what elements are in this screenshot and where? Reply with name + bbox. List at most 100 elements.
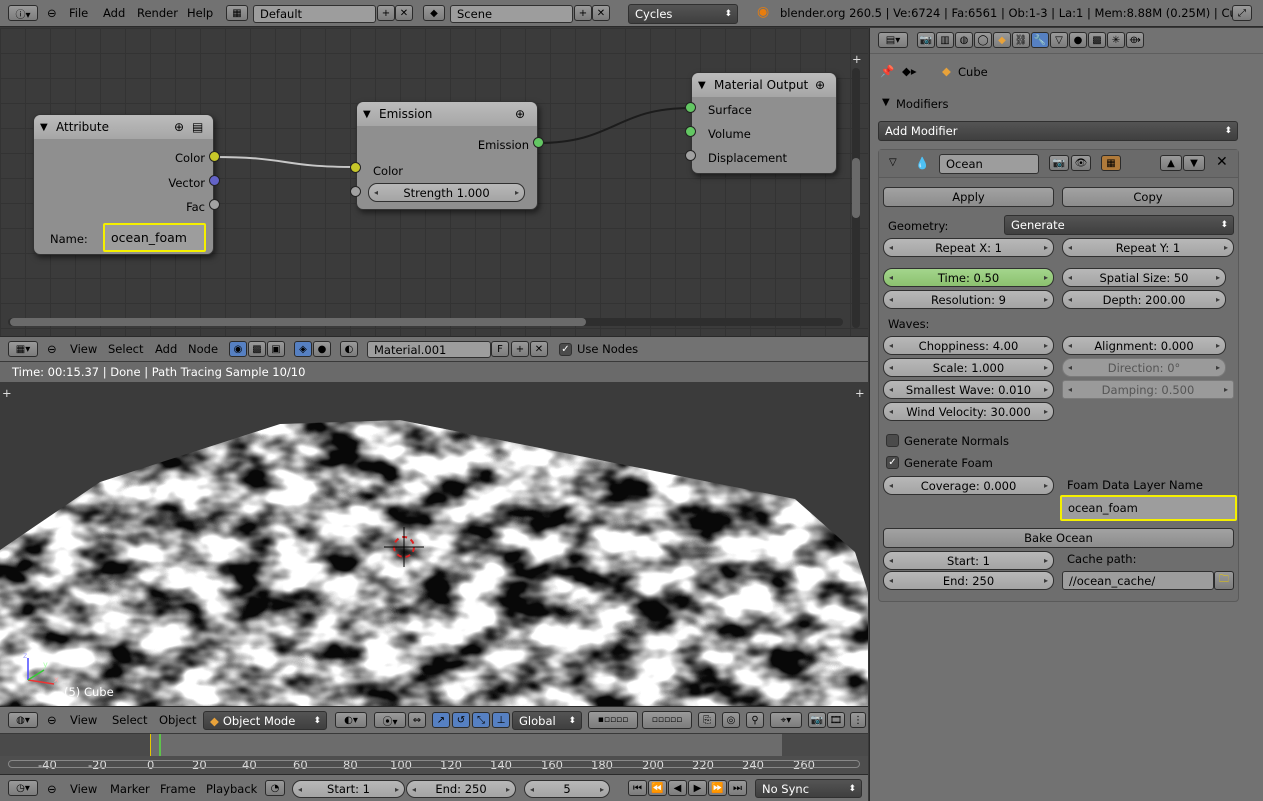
smallest-wave-field[interactable]: Smallest Wave: 0.010 (883, 380, 1054, 399)
rotate-manipulator-icon[interactable]: ↺ (452, 712, 470, 728)
collapse-menu-icon[interactable]: ⊖ (47, 782, 57, 796)
opengl-render-icon[interactable]: 📷 (808, 712, 826, 728)
world-tab-icon[interactable]: ◯ (974, 32, 992, 48)
add-scene-icon[interactable]: + (574, 5, 592, 21)
tool-shelf-plus-icon[interactable]: + (2, 386, 12, 400)
add-modifier-select[interactable]: Add Modifier ⬍ (878, 121, 1238, 141)
sync-select[interactable]: No Sync ⬍ (755, 779, 862, 798)
jump-end-icon[interactable]: ⏭ (728, 780, 747, 796)
attribute-name-field[interactable]: ocean_foam (103, 223, 206, 252)
socket-surface-in[interactable] (685, 102, 696, 113)
strength-field[interactable]: Strength 1.000 (368, 183, 525, 202)
preview-toggle-icon[interactable]: ⊕ (515, 107, 525, 121)
3d-viewport[interactable]: Time: 00:15.37 | Done | Path Tracing Sam… (0, 362, 868, 706)
editmode-toggle-icon[interactable]: ▦ (1101, 155, 1121, 171)
object-shader-icon[interactable]: ◈ (294, 341, 312, 357)
collapse-menu-icon[interactable]: ⊖ (47, 713, 57, 727)
coverage-field[interactable]: Coverage: 0.000 (883, 476, 1054, 495)
attribute-node-header[interactable]: ▼ Attribute ⊕ ▤ (34, 115, 213, 139)
use-nodes-checkbox[interactable]: ✓ (559, 343, 572, 356)
socket-displacement-in[interactable] (685, 150, 696, 161)
screen-layout-icon[interactable]: ▦ (226, 5, 248, 21)
node-editor-type-button[interactable]: ▦▾ (8, 341, 38, 357)
render-layers-tab-icon[interactable]: ▥ (936, 32, 954, 48)
foam-layer-name-field[interactable]: ocean_foam (1060, 495, 1237, 521)
menu-select[interactable]: Select (112, 713, 147, 727)
socket-attr-color[interactable] (209, 151, 220, 162)
spatial-size-field[interactable]: Spatial Size: 50 (1062, 268, 1226, 287)
menu-view[interactable]: View (70, 782, 97, 796)
jump-start-icon[interactable]: ⏮ (628, 780, 647, 796)
scene-icon[interactable]: ◆ (423, 5, 445, 21)
menu-playback[interactable]: Playback (206, 782, 257, 796)
node-options-icon[interactable]: ▤ (192, 120, 203, 134)
remove-layout-icon[interactable]: ✕ (395, 5, 413, 21)
menu-marker[interactable]: Marker (110, 782, 150, 796)
render-engine-select[interactable]: Cycles ⬍ (628, 4, 738, 24)
current-frame-marker[interactable] (159, 734, 161, 756)
viewport-toggle-icon[interactable]: 👁 (1071, 155, 1091, 171)
mode-select[interactable]: ◆ Object Mode ⬍ (203, 711, 327, 730)
new-material-icon[interactable]: + (511, 341, 529, 357)
repeat-y-field[interactable]: Repeat Y: 1 (1062, 238, 1234, 257)
socket-volume-in[interactable] (685, 126, 696, 137)
collapse-triangle-icon[interactable]: ▼ (698, 80, 706, 91)
move-up-icon[interactable]: ▲ (1160, 155, 1182, 171)
choppiness-field[interactable]: Choppiness: 4.00 (883, 336, 1054, 355)
play-reverse-icon[interactable]: ◀ (668, 780, 687, 796)
collapse-menu-icon[interactable]: ⊖ (47, 6, 57, 20)
fake-user-button[interactable]: F (491, 341, 509, 357)
timeline[interactable]: -40 -20 0 20 40 60 80 100 120 140 160 18… (0, 734, 868, 774)
collapse-menu-icon[interactable]: ⊖ (47, 342, 57, 356)
scale-manipulator-icon[interactable]: ⤡ (472, 712, 490, 728)
properties-type-button[interactable]: ▤▾ (878, 32, 908, 48)
time-field[interactable]: Time: 0.50 (883, 268, 1054, 287)
bake-ocean-button[interactable]: Bake Ocean (883, 528, 1234, 548)
collapse-triangle-icon[interactable]: ▼ (363, 109, 371, 120)
preview-toggle-icon[interactable]: ⊕ (174, 120, 184, 134)
folder-browse-icon[interactable]: 🗀 (1214, 571, 1234, 590)
transform-space-icon[interactable]: ⊥ (492, 712, 510, 728)
texture-nodes-icon[interactable]: ▩ (248, 341, 266, 357)
render-tab-icon[interactable]: 📷 (917, 32, 935, 48)
material-output-header[interactable]: ▼ Material Output ⊕ (692, 73, 836, 97)
preview-toggle-icon[interactable]: ⊕ (815, 78, 825, 92)
remove-scene-icon[interactable]: ✕ (592, 5, 610, 21)
menu-add[interactable]: Add (103, 6, 125, 20)
generate-foam-checkbox[interactable]: ✓ (886, 456, 899, 469)
3d-cursor-icon[interactable] (384, 527, 424, 567)
geometry-select[interactable]: Generate ⬍ (1004, 215, 1234, 235)
socket-emission-color-in[interactable] (350, 162, 361, 173)
repeat-x-field[interactable]: Repeat X: 1 (883, 238, 1054, 257)
menu-render[interactable]: Render (137, 6, 178, 20)
play-icon[interactable]: ▶ (688, 780, 707, 796)
socket-attr-vector[interactable] (209, 175, 220, 186)
region-add-icon[interactable]: + (852, 52, 862, 66)
particles-tab-icon[interactable]: ✳ (1107, 32, 1125, 48)
properties-shelf-plus-icon[interactable]: + (855, 386, 865, 400)
jump-next-key-icon[interactable]: ⏩ (708, 780, 727, 796)
material-icon[interactable]: ◐ (340, 341, 358, 357)
object-tab-icon[interactable]: ◆ (993, 32, 1011, 48)
apply-button[interactable]: Apply (883, 187, 1054, 207)
direction-field[interactable]: Direction: 0° (1062, 358, 1226, 377)
cache-path-field[interactable]: //ocean_cache/ (1062, 571, 1214, 590)
menu-help[interactable]: Help (187, 6, 213, 20)
socket-emission-out[interactable] (533, 137, 544, 148)
horizontal-scroll-thumb[interactable] (10, 318, 586, 326)
wind-velocity-field[interactable]: Wind Velocity: 30.000 (883, 402, 1054, 421)
copy-button[interactable]: Copy (1062, 187, 1234, 207)
socket-attr-fac[interactable] (209, 199, 220, 210)
damping-field[interactable]: Damping: 0.500 (1062, 380, 1234, 399)
resolution-field[interactable]: Resolution: 9 (883, 290, 1054, 309)
material-output-node[interactable]: ▼ Material Output ⊕ Surface Volume Displa… (691, 72, 837, 174)
bake-end-field[interactable]: End: 250 (883, 571, 1054, 590)
snap-element-icon[interactable]: ⌖▾ (770, 712, 802, 728)
emission-node-header[interactable]: ▼ Emission ⊕ (357, 102, 537, 126)
horizontal-scrollbar[interactable] (8, 318, 843, 326)
end-frame-field[interactable]: End: 250 (406, 780, 516, 798)
physics-tab-icon[interactable]: ⟴ (1126, 32, 1144, 48)
fullscreen-icon[interactable]: ⤢ (1232, 5, 1252, 21)
constraints-tab-icon[interactable]: ⛓ (1012, 32, 1030, 48)
more-icon[interactable]: ⋮ (850, 712, 866, 728)
